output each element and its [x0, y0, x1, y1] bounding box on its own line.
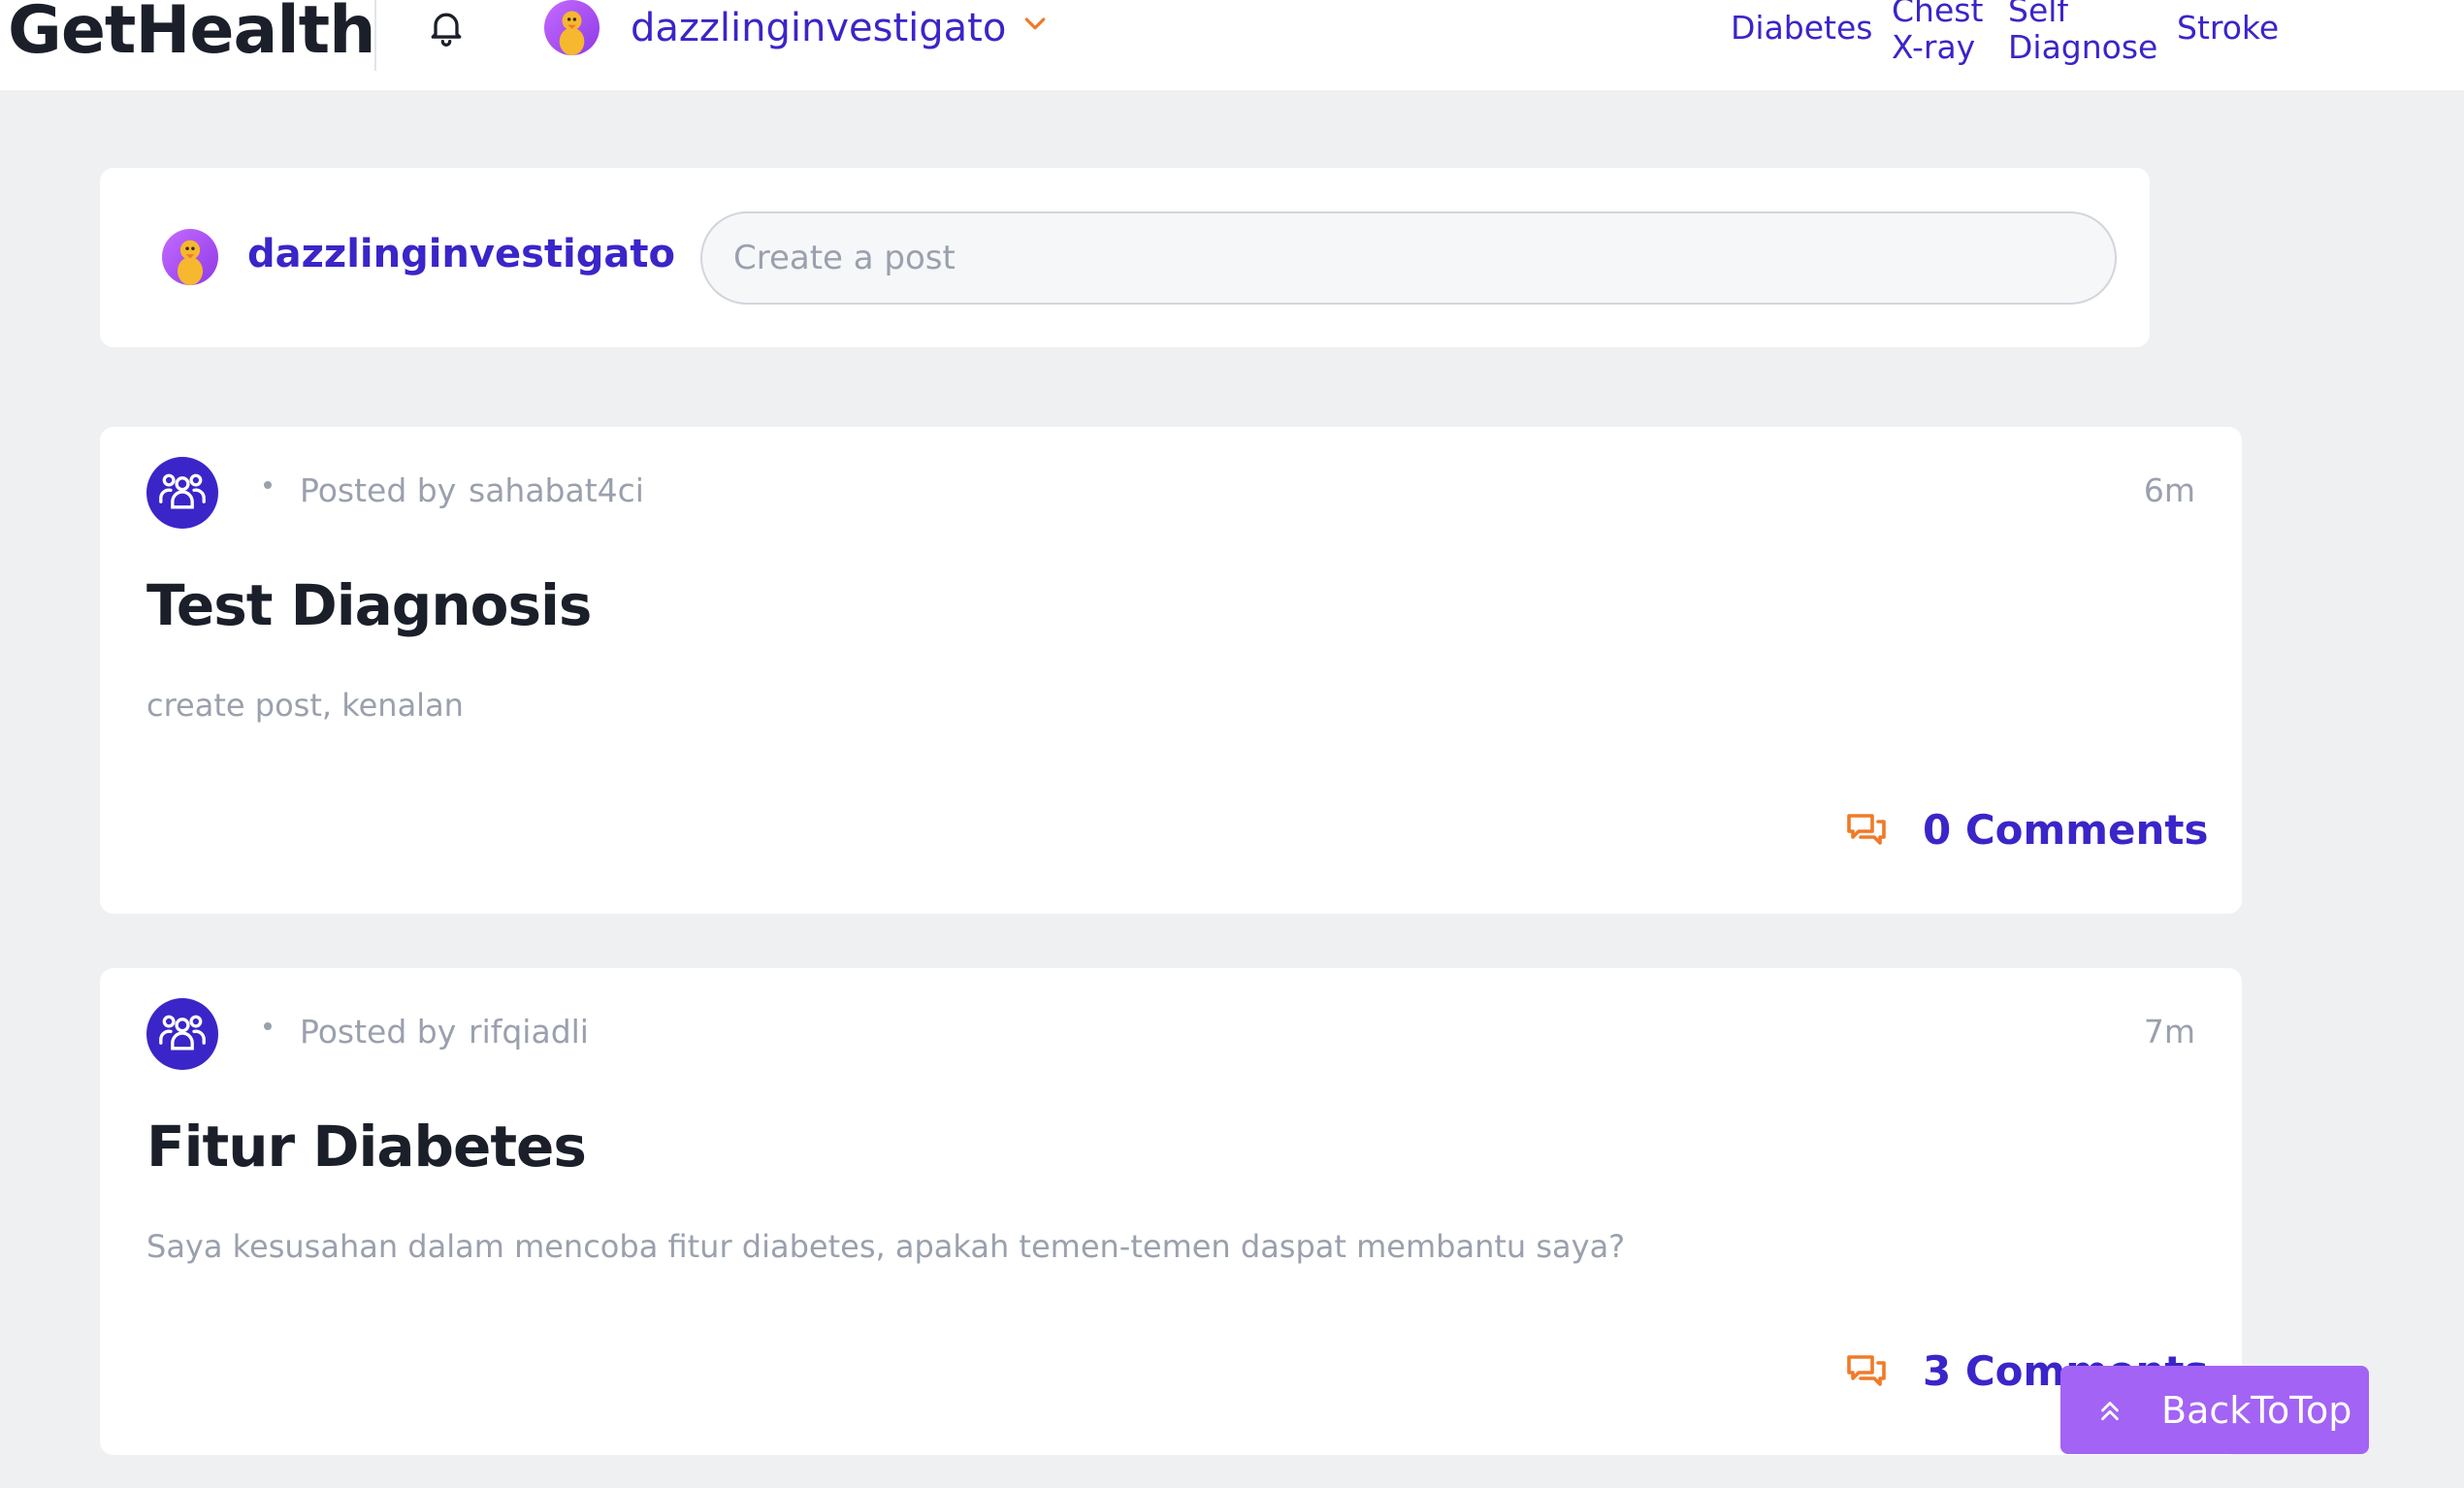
user-avatar[interactable] [544, 0, 600, 55]
separator-dot [264, 481, 272, 489]
double-chevron-up-icon [2101, 1401, 2119, 1420]
community-group-icon [146, 998, 218, 1070]
post-author[interactable]: sahabat4ci [469, 471, 644, 509]
comments-count: 0 Comments [1923, 805, 2209, 854]
post-card[interactable]: Posted by rifqiadli 7m Fitur Diabetes Sa… [100, 968, 2242, 1455]
chat-bubbles-icon [1847, 814, 1886, 845]
post-title[interactable]: Fitur Diabetes [146, 1114, 587, 1180]
create-post-input[interactable] [700, 211, 2117, 305]
post-time: 6m [2143, 471, 2195, 509]
post-title[interactable]: Test Diagnosis [146, 572, 592, 638]
post-body: create post, kenalan [146, 687, 464, 724]
brand-logo[interactable]: GetHealth [8, 0, 376, 69]
chevron-down-icon[interactable] [1021, 10, 1050, 39]
nav-link-chest-xray[interactable]: Chest X-ray [1892, 0, 1998, 66]
user-avatar [162, 229, 218, 285]
post-body: Saya kesusahan dalam mencoba fitur diabe… [146, 1228, 1626, 1265]
comments-button[interactable]: 0 Comments [1843, 800, 2209, 858]
post-author[interactable]: rifqiadli [469, 1013, 589, 1051]
posted-by-label: Posted by [300, 471, 457, 509]
nav-link-self-diagnose[interactable]: Self Diagnose [2008, 0, 2163, 66]
nav-link-stroke[interactable]: Stroke [2177, 10, 2279, 47]
chat-bubbles-icon [1847, 1355, 1886, 1386]
separator-dot [264, 1022, 272, 1030]
bell-icon[interactable] [425, 6, 468, 52]
back-to-top-label: BackToTop [2161, 1388, 2352, 1432]
post-card[interactable]: Posted by sahabat4ci 6m Test Diagnosis c… [100, 427, 2242, 914]
create-post-username[interactable]: dazzlinginvestigato [247, 232, 675, 276]
header-username[interactable]: dazzlinginvestigato [631, 6, 1006, 50]
create-post-card: dazzlinginvestigato [100, 168, 2150, 347]
post-time: 7m [2143, 1013, 2195, 1051]
navbar-divider [374, 0, 376, 71]
back-to-top-button[interactable]: BackToTop [2060, 1366, 2369, 1454]
posted-by-label: Posted by [300, 1013, 457, 1051]
top-navbar: GetHealth dazzlinginvestigato Diabetes C… [0, 0, 2464, 90]
community-group-icon [146, 457, 218, 529]
nav-link-diabetes[interactable]: Diabetes [1731, 10, 1873, 47]
